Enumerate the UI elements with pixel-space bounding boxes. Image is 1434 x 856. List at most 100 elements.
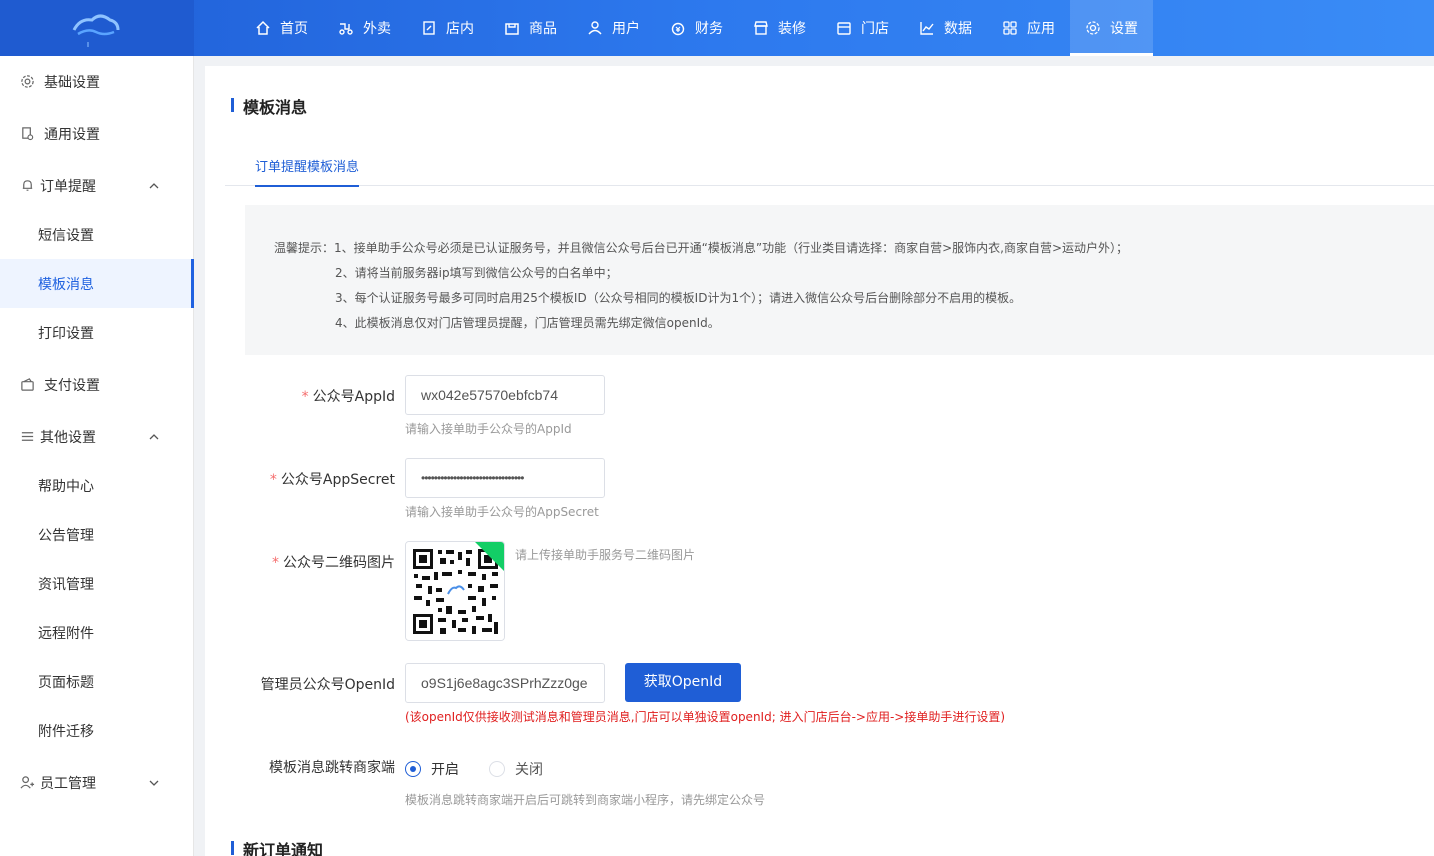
- radio-dot: [405, 761, 421, 777]
- notice-line: 3、每个认证服务号最多可同时启用25个模板ID（公众号相同的模板ID计为1个）；…: [335, 291, 1022, 305]
- scooter-icon: [339, 23, 353, 35]
- chevron-up-icon[interactable]: [148, 180, 160, 192]
- nav-item-label: 用户: [612, 21, 640, 37]
- jump-hint: 模板消息跳转商家端开启后可跳转到商家端小程序，请先绑定公众号: [405, 793, 766, 807]
- appsecret-label: * 公众号AppSecret: [269, 472, 395, 488]
- openid-label: 管理员公众号OpenId: [260, 677, 395, 693]
- notice-line: 2、请将当前服务器ip填写到微信公众号的白名单中；: [335, 266, 618, 280]
- qr-code-image[interactable]: [405, 541, 505, 641]
- chevron-up-icon[interactable]: [148, 431, 160, 443]
- appsecret-hint: 请输入接单助手公众号的AppSecret: [405, 505, 599, 519]
- sidebar-item-label: 资讯管理: [38, 576, 94, 593]
- money-icon: [671, 22, 685, 36]
- edit-doc-icon: [423, 21, 435, 35]
- sidebar-item-label: 订单提醒: [40, 178, 96, 195]
- nav-item-label: 首页: [280, 21, 308, 37]
- tab-order-reminder[interactable]: 订单提醒模板消息: [255, 156, 360, 187]
- nav-item-4[interactable]: 用户: [572, 0, 655, 56]
- top-navbar: 首页 外卖 店内 商品 用户 财务 装修 门店 数据 应用 设置: [0, 0, 1434, 56]
- cloud-logo-icon: [72, 14, 120, 47]
- nav-item-1[interactable]: 外卖: [323, 0, 406, 56]
- appid-label: * 公众号AppId: [301, 389, 395, 405]
- nav-item-8[interactable]: 数据: [904, 0, 987, 56]
- sidebar: 基础设置通用设置订单提醒短信设置模板消息打印设置支付设置其他设置帮助中心公告管理…: [0, 56, 194, 856]
- get-openid-button[interactable]: 获取OpenId: [625, 663, 741, 702]
- nav-item-label: 外卖: [363, 21, 391, 37]
- nav-item-label: 装修: [778, 21, 806, 37]
- nav-item-label: 财务: [695, 21, 723, 37]
- main-content: 模板消息 订单提醒模板消息 温馨提示：1、接单助手公众号必须是已认证服务号，并且…: [205, 66, 1434, 856]
- shop-icon: [754, 21, 768, 35]
- radio-dot: [489, 761, 505, 777]
- sidebar-item-9[interactable]: 公告管理: [0, 510, 194, 559]
- main-nav: 首页 外卖 店内 商品 用户 财务 装修 门店 数据 应用 设置: [240, 0, 1153, 56]
- radio-disable-label: 关闭: [515, 762, 543, 778]
- sidebar-item-label: 附件迁移: [38, 723, 94, 740]
- store-icon: [837, 22, 851, 35]
- notice-line: 温馨提示：1、接单助手公众号必须是已认证服务号，并且微信公众号后台已开通“模板消…: [274, 241, 1128, 255]
- qr-hint: 请上传接单助手服务号二维码图片: [515, 548, 696, 562]
- logo[interactable]: [0, 0, 194, 56]
- sidebar-item-7[interactable]: 其他设置: [0, 412, 194, 461]
- sidebar-item-8[interactable]: 帮助中心: [0, 461, 194, 510]
- appsecret-input[interactable]: ••••••••••••••••••••••••••••••••: [405, 458, 605, 498]
- sidebar-item-3[interactable]: 短信设置: [0, 210, 194, 259]
- nav-item-7[interactable]: 门店: [821, 0, 904, 56]
- chart-icon: [920, 22, 934, 35]
- nav-item-label: 设置: [1110, 21, 1138, 37]
- page-title: 模板消息: [231, 94, 307, 118]
- notice-line: 4、此模板消息仅对门店管理员提醒，门店管理员需先绑定微信openId。: [335, 316, 720, 330]
- nav-item-10[interactable]: 设置: [1070, 0, 1153, 56]
- sidebar-item-4[interactable]: 模板消息: [0, 259, 194, 308]
- sidebar-item-5[interactable]: 打印设置: [0, 308, 194, 357]
- nav-item-0[interactable]: 首页: [240, 0, 323, 56]
- nav-item-9[interactable]: 应用: [987, 0, 1070, 56]
- jump-label: 模板消息跳转商家端: [269, 760, 395, 776]
- home-icon: [256, 20, 270, 35]
- apps-icon: [1003, 21, 1017, 35]
- notice-box: 温馨提示：1、接单助手公众号必须是已认证服务号，并且微信公众号后台已开通“模板消…: [245, 205, 1434, 355]
- section-title-new-order: 新订单通知: [231, 837, 323, 856]
- nav-item-label: 商品: [529, 21, 557, 37]
- radio-disable[interactable]: 关闭: [489, 759, 543, 779]
- sidebar-item-label: 基础设置: [44, 74, 100, 91]
- nav-item-label: 数据: [944, 21, 972, 37]
- sidebar-item-label: 通用设置: [44, 126, 100, 143]
- sidebar-item-label: 支付设置: [44, 377, 100, 394]
- sidebar-item-14[interactable]: 员工管理: [0, 758, 194, 807]
- nav-item-5[interactable]: 财务: [655, 0, 738, 56]
- bell-icon: [22, 180, 33, 191]
- nav-item-label: 门店: [861, 21, 889, 37]
- radio-enable[interactable]: 开启: [405, 759, 459, 779]
- nav-item-2[interactable]: 店内: [406, 0, 489, 56]
- sidebar-item-label: 短信设置: [38, 227, 94, 244]
- tab-bar: 订单提醒模板消息: [225, 146, 1434, 187]
- sidebar-item-label: 模板消息: [38, 276, 94, 293]
- user-icon: [588, 21, 602, 35]
- nav-item-6[interactable]: 装修: [738, 0, 821, 56]
- nav-item-label: 应用: [1027, 21, 1055, 37]
- sidebar-item-2[interactable]: 订单提醒: [0, 161, 194, 210]
- openid-input[interactable]: o9S1j6e8agc3SPrhZzz0ge: [405, 663, 605, 703]
- appid-input[interactable]: wx042e57570ebfcb74: [405, 375, 605, 415]
- openid-warning: (该openId仅供接收测试消息和管理员消息,门店可以单独设置openId; 进…: [405, 710, 1006, 724]
- sidebar-item-label: 其他设置: [40, 429, 96, 446]
- sidebar-item-label: 远程附件: [38, 625, 94, 642]
- nav-item-3[interactable]: 商品: [489, 0, 572, 56]
- sidebar-item-label: 公告管理: [38, 527, 94, 544]
- nav-item-label: 店内: [446, 21, 474, 37]
- sidebar-item-13[interactable]: 附件迁移: [0, 706, 194, 755]
- wallet-icon: [21, 378, 34, 391]
- sidebar-item-1[interactable]: 通用设置: [0, 109, 194, 158]
- chevron-down-icon[interactable]: [148, 777, 160, 789]
- sidebar-item-0[interactable]: 基础设置: [0, 57, 194, 106]
- sidebar-item-11[interactable]: 远程附件: [0, 608, 194, 657]
- gear-icon: [21, 75, 34, 88]
- menu-icon: [21, 432, 34, 441]
- appid-hint: 请输入接单助手公众号的AppId: [405, 422, 572, 436]
- sidebar-item-label: 打印设置: [38, 325, 94, 342]
- sidebar-item-10[interactable]: 资讯管理: [0, 559, 194, 608]
- sidebar-item-12[interactable]: 页面标题: [0, 657, 194, 706]
- doc-icon: [22, 127, 34, 141]
- sidebar-item-6[interactable]: 支付设置: [0, 360, 194, 409]
